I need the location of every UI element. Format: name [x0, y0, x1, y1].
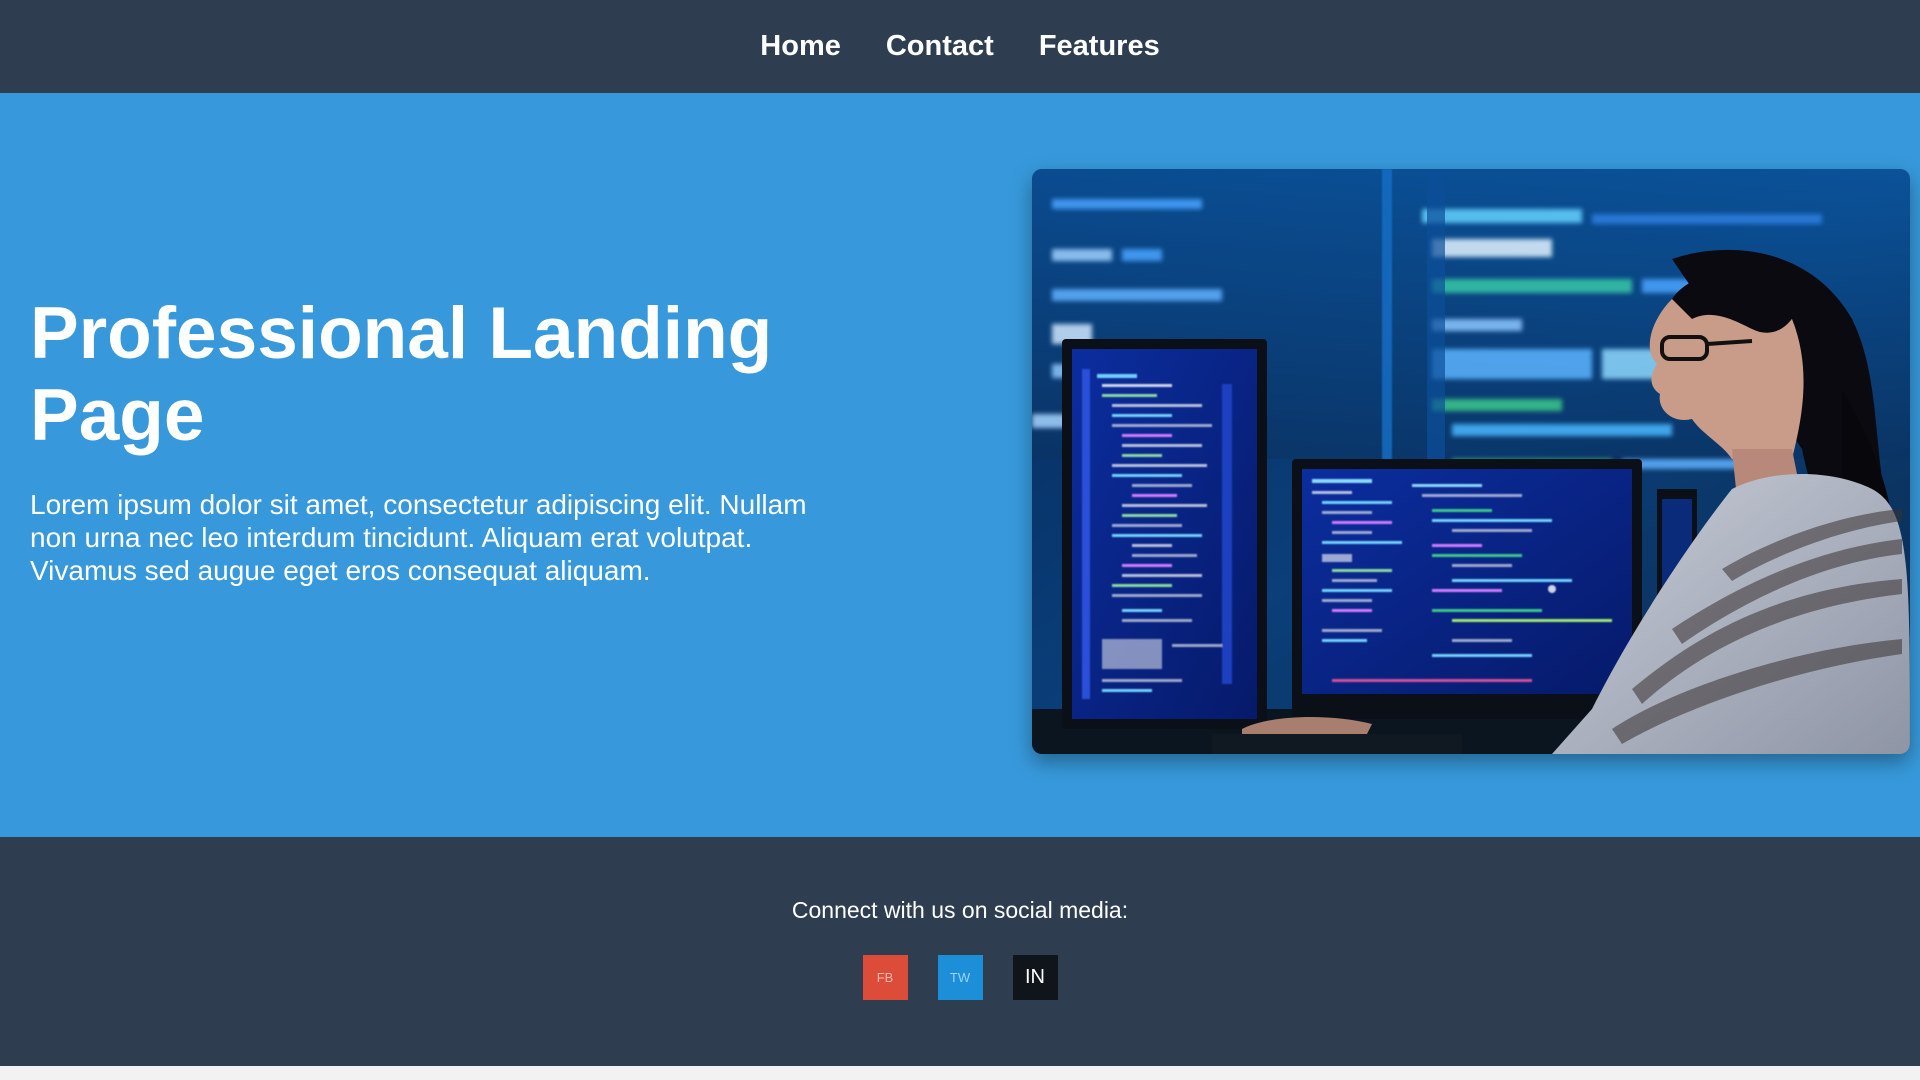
nav-home-link[interactable]: Home: [760, 30, 841, 63]
hero-title: Professional Landing Page: [30, 293, 773, 456]
footer-social-text: Connect with us on social media:: [791, 897, 1129, 923]
nav-contact-link[interactable]: Contact: [886, 30, 994, 63]
hero-section: Professional Landing Page Lorem ipsum do…: [0, 93, 1920, 837]
hero-image: [1032, 169, 1910, 754]
hero-description: Lorem ipsum dolor sit amet, consectetur …: [30, 489, 807, 586]
page-bottom-strip: [0, 1066, 1920, 1080]
social-links: FB TW IN: [0, 955, 1920, 1000]
twitter-icon[interactable]: TW: [937, 955, 983, 1000]
facebook-icon[interactable]: FB: [862, 955, 908, 1000]
nav-features-link[interactable]: Features: [1039, 30, 1160, 63]
footer: Connect with us on social media: FB TW I…: [0, 837, 1920, 1066]
top-nav: Home Contact Features: [0, 0, 1920, 93]
linkedin-icon[interactable]: IN: [1012, 955, 1058, 1000]
